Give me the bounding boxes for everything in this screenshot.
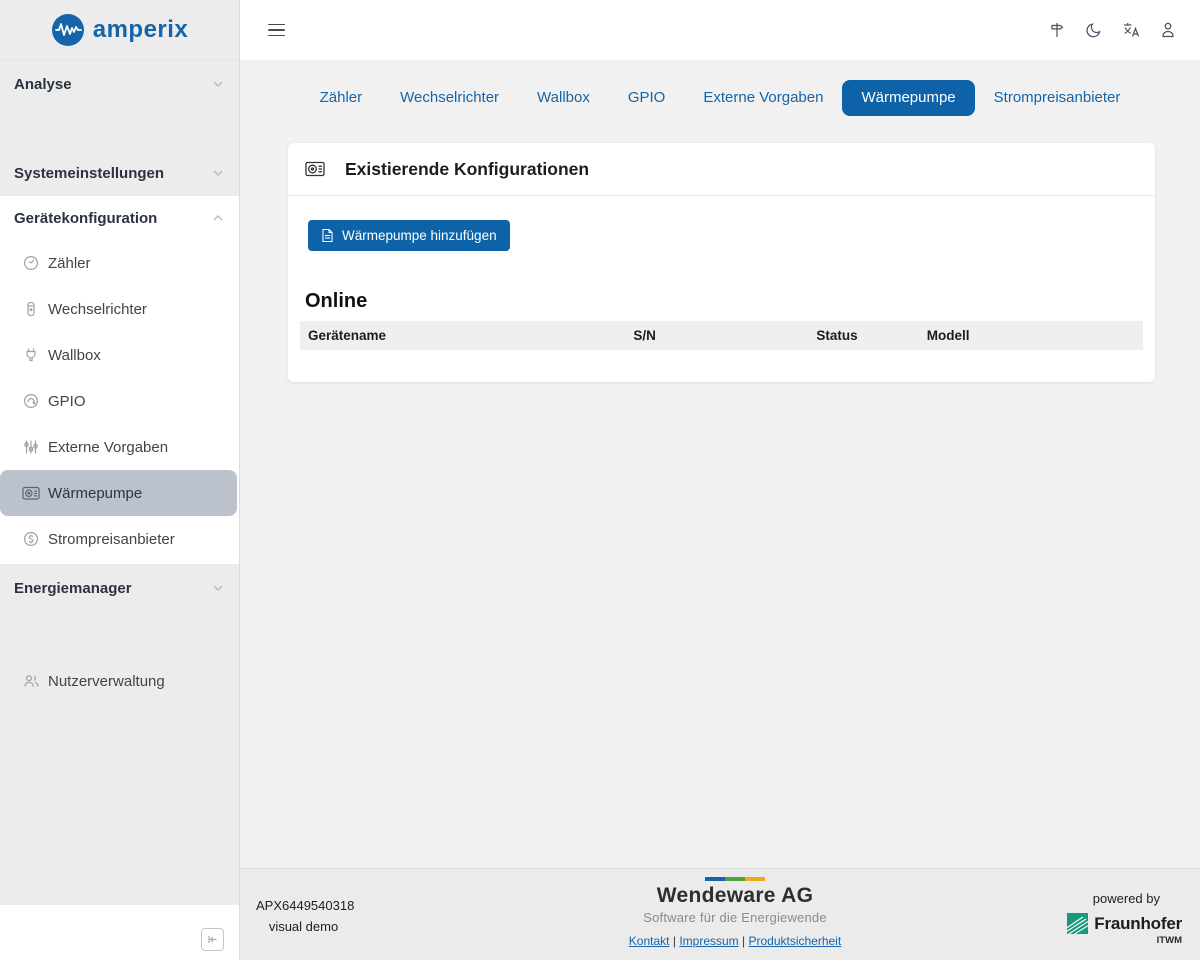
tab-gpio[interactable]: GPIO [609, 80, 685, 116]
topbar-brand-area: amperix [0, 0, 240, 60]
main-content: Zähler Wechselrichter Wallbox GPIO Exter… [240, 60, 1200, 868]
heatpump-icon [305, 161, 325, 177]
document-icon [321, 228, 334, 243]
fraunhofer-institute: ITWM [1157, 935, 1182, 946]
powered-by-label: powered by [1093, 891, 1160, 906]
app-root: amperix [0, 0, 1200, 960]
tab-strompreisanbieter[interactable]: Strompreisanbieter [975, 80, 1140, 116]
sidebar-item-wechselrichter[interactable]: Wechselrichter [0, 286, 237, 332]
wendeware-color-stripe [705, 877, 765, 881]
heatpump-icon [22, 486, 40, 501]
tab-wechselrichter[interactable]: Wechselrichter [381, 80, 518, 116]
sidebar-expanded-panel: Gerätekonfiguration Zähler [0, 196, 239, 564]
impressum-link[interactable]: Impressum [679, 934, 738, 948]
footer-device-info: APX6449540318 visual demo [240, 869, 440, 960]
sidebar-item-label: Zähler [48, 255, 91, 272]
footer-company-block: Wendeware AG Software für die Energiewen… [440, 869, 1030, 960]
sidebar-footer [0, 905, 240, 960]
users-icon [22, 673, 40, 689]
sidebar-group-label: Energiemanager [14, 580, 132, 597]
column-modell: Modell [919, 321, 1143, 350]
chevron-down-icon [211, 581, 225, 595]
sidebar-item-strompreisanbieter[interactable]: Strompreisanbieter [0, 516, 237, 562]
add-heatpump-button[interactable]: Wärmepumpe hinzufügen [308, 220, 510, 251]
brand-name: amperix [93, 16, 189, 44]
menu-toggle-icon[interactable] [268, 24, 285, 37]
fraunhofer-logo: Fraunhofer [1067, 913, 1182, 934]
sidebar-item-label: Wärmepumpe [48, 485, 142, 502]
sidebar: Analyse Systemeinstellungen Gerätekonfig… [0, 60, 240, 905]
sidebar-group-systemeinstellungen[interactable]: Systemeinstellungen [0, 155, 239, 191]
devices-table: Gerätename S/N Status Modell [300, 321, 1143, 382]
chevron-down-icon [211, 77, 225, 91]
devices-table-header-row: Gerätename S/N Status Modell [300, 321, 1143, 350]
moon-icon[interactable] [1084, 20, 1104, 40]
link-separator: | [673, 934, 676, 948]
sidebar-item-wallbox[interactable]: Wallbox [0, 332, 237, 378]
sidebar-item-label: Strompreisanbieter [48, 531, 175, 548]
sidebar-item-gpio[interactable]: GPIO [0, 378, 237, 424]
sidebar-item-zaehler[interactable]: Zähler [0, 240, 237, 286]
sliders-icon [22, 439, 40, 455]
sidebar-item-label: GPIO [48, 393, 86, 410]
company-tagline: Software für die Energiewende [643, 910, 827, 925]
tab-bar: Zähler Wechselrichter Wallbox GPIO Exter… [240, 80, 1200, 116]
produktsicherheit-link[interactable]: Produktsicherheit [748, 934, 841, 948]
sidebar-item-externe-vorgaben[interactable]: Externe Vorgaben [0, 424, 237, 470]
online-section-heading: Online [305, 290, 1143, 313]
link-separator: | [742, 934, 745, 948]
sidebar-group-label: Gerätekonfiguration [14, 210, 157, 227]
price-icon [22, 531, 40, 547]
column-geraetename: Gerätename [300, 321, 625, 350]
brand-logo[interactable]: amperix [51, 13, 189, 47]
chevron-down-icon [211, 166, 225, 180]
plug-icon [22, 347, 40, 363]
empty-table-row [300, 350, 1143, 382]
sidebar-group-analyse[interactable]: Analyse [0, 66, 239, 102]
signpost-icon[interactable] [1047, 20, 1067, 40]
fraunhofer-logo-icon [1067, 913, 1088, 934]
tab-externe-vorgaben[interactable]: Externe Vorgaben [684, 80, 842, 116]
sidebar-item-nutzerverwaltung[interactable]: Nutzerverwaltung [0, 658, 237, 704]
sidebar-item-label: Wechselrichter [48, 301, 147, 318]
gauge-icon [22, 255, 40, 271]
kontakt-link[interactable]: Kontakt [629, 934, 670, 948]
sidebar-group-label: Systemeinstellungen [14, 165, 164, 182]
sidebar-item-label: Nutzerverwaltung [48, 673, 165, 690]
column-status: Status [808, 321, 918, 350]
sidebar-item-waermepumpe[interactable]: Wärmepumpe [0, 470, 237, 516]
sidebar-item-label: Externe Vorgaben [48, 439, 168, 456]
card-body: Wärmepumpe hinzufügen Online Gerätename … [288, 196, 1155, 382]
gpio-icon [22, 393, 40, 409]
device-serial: APX6449540318 [256, 898, 440, 913]
demo-mode-label: visual demo [256, 919, 351, 934]
company-name: Wendeware AG [657, 884, 813, 908]
fraunhofer-name: Fraunhofer [1094, 914, 1182, 934]
sidebar-group-energiemanager[interactable]: Energiemanager [0, 570, 239, 606]
card-title: Existierende Konfigurationen [345, 159, 589, 180]
collapse-sidebar-icon[interactable] [201, 928, 224, 951]
column-sn: S/N [625, 321, 808, 350]
inverter-icon [22, 301, 40, 317]
tab-zaehler[interactable]: Zähler [301, 80, 382, 116]
user-icon[interactable] [1158, 20, 1178, 40]
tab-wallbox[interactable]: Wallbox [518, 80, 609, 116]
amperix-logo-icon [51, 13, 85, 47]
footer-links: Kontakt | Impressum | Produktsicherheit [629, 934, 841, 948]
sidebar-group-geraetekonfiguration[interactable]: Gerätekonfiguration [0, 196, 239, 240]
translate-icon[interactable] [1121, 20, 1141, 40]
sidebar-group-label: Analyse [14, 76, 72, 93]
card-header: Existierende Konfigurationen [288, 143, 1155, 196]
topbar [240, 0, 1200, 60]
tab-waermepumpe[interactable]: Wärmepumpe [842, 80, 974, 116]
footer-partner-block: powered by Fraunhofer ITWM [1030, 869, 1200, 960]
topbar-icon-group [1047, 20, 1178, 40]
chevron-up-icon [211, 211, 225, 225]
footer: APX6449540318 visual demo Wendeware AG S… [240, 868, 1200, 960]
add-heatpump-button-label: Wärmepumpe hinzufügen [342, 228, 497, 243]
sidebar-item-label: Wallbox [48, 347, 101, 364]
configurations-card: Existierende Konfigurationen Wärmepumpe … [288, 143, 1155, 382]
